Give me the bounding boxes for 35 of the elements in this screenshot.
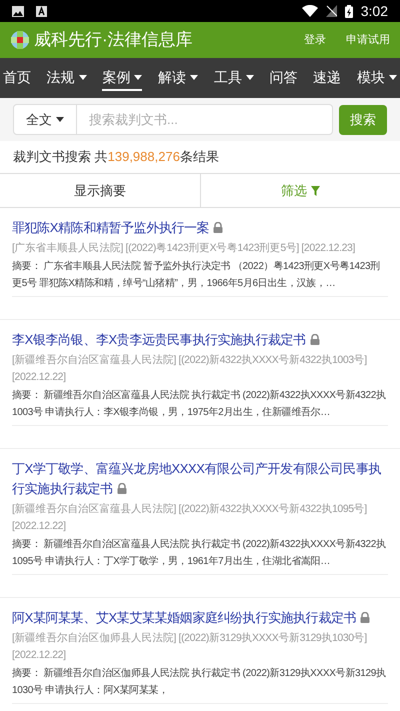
nav-tab[interactable]: 案例 xyxy=(102,65,142,91)
wifi-icon xyxy=(302,5,318,17)
no-signal-icon xyxy=(326,5,337,17)
clock: 3:02 xyxy=(360,2,388,20)
nav-tab[interactable]: 速递 xyxy=(313,65,342,91)
battery-icon xyxy=(344,4,353,18)
nav-tab[interactable]: 法规 xyxy=(46,65,87,91)
case-meta: [新疆维吾尔自治区富蕴县人民法院] [(2022)新4322执XXXX号新4322执1095号] [2022.12.22] xyxy=(12,502,368,534)
filter-icon xyxy=(310,186,320,196)
result-count: 裁判文书搜索 共139,988,276条结果 xyxy=(12,148,220,166)
case-title[interactable]: 李X银李尚银、李X贵李远贵民事执行实施执行裁定书 xyxy=(12,330,388,350)
text-icon xyxy=(36,6,47,16)
brand-name: 威科先行 xyxy=(34,29,102,52)
case-title[interactable]: 丁X学丁敬学、富蕴兴龙房地XXXX有限公司产开发有限公司民事执行实施执行裁定书 xyxy=(12,459,388,499)
scope-dropdown[interactable]: 全文 xyxy=(14,105,77,134)
case-summary: 摘要： 新疆维吾尔自治区富蕴县人民法院 执行裁定书 (2022)新4322执XXXX号新4322执1095号 申请执行人：丁X学丁敬学，男，1961年7月出生，住湖北省嵩阳… xyxy=(12,536,388,575)
case-summary: 摘要： 广东省丰顺县人民法院 暂予监外执行决定书 （2022）粤1423刑更X号粤1423刑更5号 罪犯陈X精陈和精，绰号“山猪精”，男，1966年5月6日出生，汉族，… xyxy=(12,258,388,297)
nav-tab[interactable]: 解读 xyxy=(158,65,198,91)
nav-tab[interactable]: 工具 xyxy=(214,65,254,91)
case-title[interactable]: 阿X某阿某某、艾X某艾某某婚姻家庭纠纷执行实施执行裁定书 xyxy=(12,608,388,628)
case-meta: [新疆维吾尔自治区伽师县人民法院] [(2022)新3129执XXXX号新3129执1030号] [2022.12.22] xyxy=(12,631,368,663)
caret-icon xyxy=(56,117,64,122)
case-meta: [新疆维吾尔自治区富蕴县人民法院] [(2022)新4322执XXXX号新4322执1003号] [2022.12.22] xyxy=(12,353,368,385)
nav-tab[interactable]: 问答 xyxy=(270,65,298,91)
case-summary: 摘要： 新疆维吾尔自治区富蕴县人民法院 执行裁定书 (2022)新4322执XXXX号新4322执1003号 申请执行人：李X银李尚银，男，1975年2月出生，住新疆维吾尔… xyxy=(12,387,388,426)
show-summary-button[interactable]: 显示摘要 xyxy=(0,174,200,207)
nav-tab[interactable]: 首页 xyxy=(3,65,31,91)
nav-tab[interactable]: 模块 xyxy=(356,65,397,91)
brand-subtitle: ·法律信息库 xyxy=(102,29,193,52)
logo-icon xyxy=(10,30,30,50)
case-summary: 摘要： 新疆维吾尔自治区伽师县人民法院 执行裁定书 (2022)新3129执XXXX号新3129执1030号 申请执行人：阿X某阿某某， xyxy=(12,665,388,704)
case-meta: [广东省丰顺县人民法院] [(2022)粤1423刑更X号粤1423刑更5号] [2022.12.23] xyxy=(12,241,356,256)
search-field[interactable]: 全文 搜索裁判文书... xyxy=(13,104,333,135)
image-icon xyxy=(12,6,24,16)
case-title[interactable]: 罪犯陈X精陈和精暂予监外执行一案 xyxy=(12,218,388,238)
